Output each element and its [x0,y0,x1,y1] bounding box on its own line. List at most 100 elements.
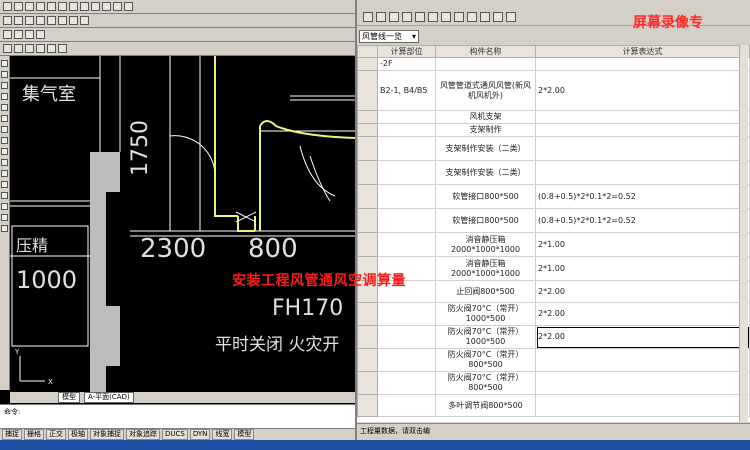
table-row[interactable]: 防火阀70°C（常开）800*500 [357,348,750,372]
open-file-icon[interactable] [14,2,23,11]
cell-part[interactable] [377,302,436,326]
tab-model[interactable]: 模型 [58,392,80,403]
polyline-tool-icon[interactable] [14,16,23,25]
layer-icon[interactable] [3,30,12,39]
sheet-paste-icon[interactable] [441,11,451,22]
cell-name[interactable]: 支架制作安装（二类） [435,136,536,161]
draw-circle-icon[interactable] [1,126,8,133]
sheet-selector-dropdown[interactable]: 风管线一览 [359,30,419,43]
draw-ellipse-icon[interactable] [1,148,8,155]
status-model[interactable]: 模型 [234,429,255,440]
cell-name[interactable]: 支架制作 [435,123,536,137]
cell-part[interactable] [377,123,436,137]
save-icon[interactable] [25,2,34,11]
status-ducs[interactable]: DUCS [162,429,188,440]
move-icon[interactable] [3,44,12,53]
tab-layout[interactable]: A-平面(CAD) [84,392,134,403]
table-row[interactable]: 防火阀70°C（常开）800*500 [357,371,750,395]
sheet-cut-icon[interactable] [415,11,425,22]
table-row[interactable]: 消音静压箱2000*1000*1000 2*1.00 [357,232,750,257]
cell-part[interactable] [377,136,436,161]
table-row[interactable]: 支架制作 [357,123,750,137]
status-polar[interactable]: 极轴 [68,429,88,440]
zoom-icon[interactable] [113,2,122,11]
table-icon[interactable] [1,214,8,221]
undo-icon[interactable] [80,2,89,11]
status-grid[interactable]: 栅格 [24,429,44,440]
mtext-icon[interactable] [1,225,8,232]
cell-expr[interactable] [535,57,750,71]
cell-expr[interactable]: 2*2.00 [535,70,750,111]
cad-drawing-canvas[interactable]: Y X 集气室 1750 2300 800 压精 1000 FH170 平时关闭… [10,56,355,392]
cell-expr[interactable] [535,394,750,417]
status-lineweight[interactable]: 线宽 [212,429,233,440]
table-row[interactable]: 风机支架 [357,110,750,124]
cell-expr[interactable]: 2*2.00 [535,325,750,349]
table-row[interactable]: 防火阀70°C（常开）1000*500 2*2.00 [357,302,750,326]
draw-spline-icon[interactable] [1,137,8,144]
cell-name[interactable]: 防火阀70°C（常开）800*500 [435,348,536,372]
table-row[interactable]: B2-1, B4/B5 风管管道式通风风管(新风机风机外) 2*2.00 [357,70,750,111]
cell-expr[interactable]: (0.8+0.5)*2*0.1*2=0.52 [535,208,750,233]
color-icon[interactable] [14,30,23,39]
col-header-part[interactable]: 计算部位 [377,45,436,58]
cell-name[interactable]: 风管管道式通风风管(新风机风机外) [435,70,536,111]
cell-name[interactable]: 止回阀800*500 [435,280,536,303]
sheet-settings-icon[interactable] [506,11,516,22]
sheet-print-icon[interactable] [402,11,412,22]
pan-icon[interactable] [102,2,111,11]
dimension-tool-icon[interactable] [80,16,89,25]
table-row[interactable]: -2F [357,57,750,71]
insert-block-icon[interactable] [1,159,8,166]
status-dyn[interactable]: DYN [189,429,211,440]
make-block-icon[interactable] [1,170,8,177]
paste-icon[interactable] [69,2,78,11]
circle-tool-icon[interactable] [25,16,34,25]
draw-rectangle-icon[interactable] [1,104,8,111]
draw-construction-line-icon[interactable] [1,71,8,78]
hatch-tool-icon[interactable] [58,16,67,25]
table-row[interactable]: 软管接口800*500 (0.8+0.5)*2*0.1*2=0.52 [357,184,750,209]
hatch-icon[interactable] [1,192,8,199]
draw-polygon-icon[interactable] [1,93,8,100]
sheet-save-icon[interactable] [389,11,399,22]
rotate-icon[interactable] [14,44,23,53]
cell-name[interactable]: 风机支架 [435,110,536,124]
sheet-insert-row-icon[interactable] [454,11,464,22]
offset-icon[interactable] [58,44,67,53]
col-header-name[interactable]: 构件名称 [435,45,536,58]
status-osnap[interactable]: 对象捕捉 [90,429,124,440]
text-tool-icon[interactable] [69,16,78,25]
vertical-scrollbar[interactable] [739,45,748,422]
sheet-calc-icon[interactable] [480,11,490,22]
cell-name[interactable]: 消音静压箱2000*1000*1000 [435,232,536,257]
print-icon[interactable] [36,2,45,11]
cell-name[interactable]: 消音静压箱2000*1000*1000 [435,256,536,281]
table-row[interactable]: 多叶调节阀800*500 [357,394,750,417]
cell-expr[interactable]: 2*2.00 [535,302,750,326]
sheet-copy-icon[interactable] [428,11,438,22]
properties-icon[interactable] [124,2,133,11]
cell-part[interactable]: B2-1, B4/B5 [377,70,436,111]
cell-expr[interactable]: 2*1.00 [535,232,750,257]
table-row[interactable]: 软管接口800*500 (0.8+0.5)*2*0.1*2=0.52 [357,208,750,233]
rectangle-tool-icon[interactable] [47,16,56,25]
point-icon[interactable] [1,181,8,188]
cut-icon[interactable] [47,2,56,11]
arc-tool-icon[interactable] [36,16,45,25]
linetype-icon[interactable] [25,30,34,39]
line-tool-icon[interactable] [3,16,12,25]
cell-expr[interactable] [535,160,750,185]
cell-part[interactable] [377,160,436,185]
trim-icon[interactable] [36,44,45,53]
cell-part[interactable] [377,184,436,209]
table-row[interactable]: 支架制作安装（二类） [357,160,750,185]
cell-expr[interactable] [535,136,750,161]
lineweight-icon[interactable] [36,30,45,39]
region-icon[interactable] [1,203,8,210]
table-row[interactable]: 消音静压箱2000*1000*1000 2*1.00 [357,256,750,281]
draw-line-icon[interactable] [1,60,8,67]
scale-icon[interactable] [25,44,34,53]
cell-part[interactable] [377,208,436,233]
redo-icon[interactable] [91,2,100,11]
